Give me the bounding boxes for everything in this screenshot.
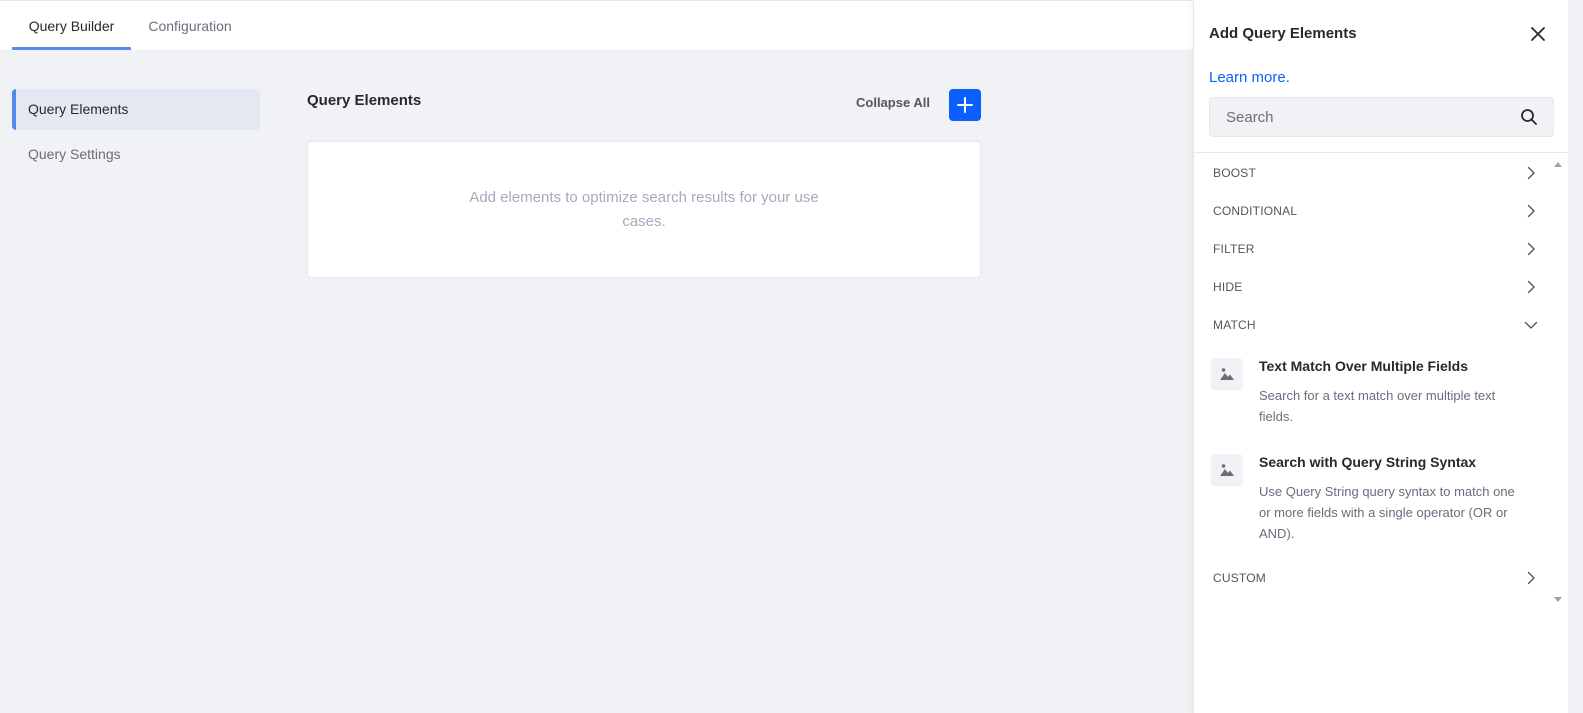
category-label: CUSTOM (1213, 571, 1266, 585)
page-title: Query Elements (307, 92, 422, 109)
element-description: Search for a text match over multiple te… (1259, 388, 1496, 424)
category-label: BOOST (1213, 166, 1257, 180)
category-match[interactable]: MATCH (1194, 306, 1551, 344)
category-conditional[interactable]: CONDITIONAL (1194, 192, 1551, 230)
element-title: Search with Query String Syntax (1259, 454, 1477, 470)
nav-item-query-elements[interactable]: Query Elements (12, 89, 260, 130)
empty-state-card: Add elements to optimize search results … (307, 141, 981, 278)
search-input[interactable] (1210, 98, 1510, 136)
top-tab-bar: Query Builder Configuration (0, 0, 1193, 50)
add-element-button[interactable] (949, 89, 981, 121)
scrollbar[interactable] (1551, 154, 1566, 609)
panel-divider (1194, 152, 1569, 153)
category-label: CONDITIONAL (1213, 204, 1298, 218)
image-icon (1211, 358, 1243, 390)
image-icon (1211, 454, 1243, 486)
chevron-right-icon (1527, 166, 1535, 180)
collapse-all-button[interactable]: Collapse All (856, 95, 930, 110)
category-custom[interactable]: CUSTOM (1194, 559, 1551, 597)
chevron-right-icon (1527, 280, 1535, 294)
category-boost[interactable]: BOOST (1194, 154, 1551, 192)
element-query-string-syntax[interactable]: Search with Query String Syntax Use Quer… (1194, 454, 1551, 554)
chevron-right-icon (1527, 571, 1535, 585)
panel-title: Add Query Elements (1209, 25, 1357, 42)
scroll-up-arrow-icon[interactable] (1554, 162, 1562, 167)
nav-item-query-settings[interactable]: Query Settings (12, 134, 260, 175)
chevron-down-icon (1524, 321, 1538, 329)
scroll-down-arrow-icon[interactable] (1554, 597, 1562, 602)
add-query-elements-panel: Add Query Elements Learn more. BOOST CON… (1193, 0, 1569, 713)
search-box (1209, 97, 1554, 137)
plus-icon (957, 97, 973, 113)
element-text-match-multiple-fields[interactable]: Text Match Over Multiple Fields Search f… (1194, 358, 1551, 438)
category-label: MATCH (1213, 318, 1256, 332)
tab-configuration[interactable]: Configuration (131, 1, 249, 51)
learn-more-link[interactable]: Learn more. (1209, 69, 1290, 86)
search-icon[interactable] (1520, 108, 1538, 126)
empty-state-text: Add elements to optimize search results … (469, 188, 819, 230)
element-description: Use Query String query syntax to match o… (1259, 484, 1515, 541)
close-icon (1531, 27, 1545, 41)
close-panel-button[interactable] (1527, 23, 1549, 45)
tab-query-builder[interactable]: Query Builder (12, 1, 131, 51)
category-filter[interactable]: FILTER (1194, 230, 1551, 268)
chevron-right-icon (1527, 242, 1535, 256)
element-title: Text Match Over Multiple Fields (1259, 358, 1469, 374)
category-hide[interactable]: HIDE (1194, 268, 1551, 306)
chevron-right-icon (1527, 204, 1535, 218)
category-label: HIDE (1213, 280, 1243, 294)
category-label: FILTER (1213, 242, 1255, 256)
